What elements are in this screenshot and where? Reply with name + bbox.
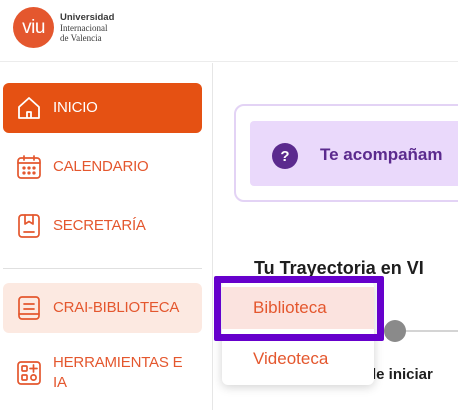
trajectory-step-dot[interactable] [384, 320, 406, 342]
sidebar-item-label: HERRAMIENTAS E IA [53, 354, 183, 391]
submenu-item-label: Videoteca [253, 349, 329, 368]
sidebar-item-label: CALENDARIO [53, 158, 149, 175]
sidebar-divider [3, 268, 202, 269]
trajectory-step-label: le iniciar [372, 366, 433, 383]
sidebar-item-label: CRAI-BIBLIOTECA [53, 299, 180, 316]
sidebar-item-crai-biblioteca[interactable]: CRAI-BIBLIOTECA [3, 283, 202, 333]
book-icon [15, 294, 43, 322]
crai-submenu: Biblioteca Videoteca [222, 281, 374, 385]
sidebar-nav: INICIO CALENDARIO SECRETARÍA CRAI-BIBLIO… [0, 63, 213, 410]
app-root: viu Universidad Internacional de Valenci… [0, 0, 458, 410]
university-name: Universidad Internacional de Valencia [60, 12, 115, 44]
sidebar-item-herramientas[interactable]: HERRAMIENTAS E IA [3, 345, 202, 401]
submenu-item-videoteca[interactable]: Videoteca [222, 338, 374, 380]
viu-logo[interactable]: viu [13, 7, 54, 48]
sidebar-item-label: INICIO [53, 99, 98, 116]
submenu-item-biblioteca[interactable]: Biblioteca [222, 287, 374, 329]
sidebar-item-calendario[interactable]: CALENDARIO [3, 142, 202, 192]
trajectory-title: Tu Trayectoria en VI [254, 258, 424, 278]
sidebar-item-secretaria[interactable]: SECRETARÍA [3, 201, 202, 251]
university-name-line3: de Valencia [60, 33, 102, 43]
document-icon [15, 212, 43, 240]
tools-icon [15, 359, 43, 387]
calendar-icon [15, 153, 43, 181]
home-icon [15, 94, 43, 122]
university-name-line2: Internacional [60, 23, 108, 33]
top-header: viu Universidad Internacional de Valenci… [0, 0, 458, 62]
submenu-item-label: Biblioteca [253, 298, 327, 317]
logo-mark-text: viu [22, 16, 45, 38]
sidebar-item-label: SECRETARÍA [53, 217, 146, 234]
help-banner-text: Te acompañam [320, 145, 443, 164]
sidebar-item-inicio[interactable]: INICIO [3, 83, 202, 133]
university-name-line1: Universidad [60, 12, 115, 23]
question-icon: ? [272, 143, 298, 169]
